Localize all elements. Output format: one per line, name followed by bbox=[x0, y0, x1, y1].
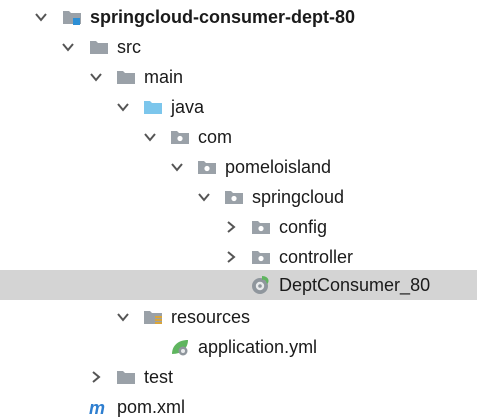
tree-node-label: springcloud-consumer-dept-80 bbox=[90, 7, 356, 27]
tree-node-label: src bbox=[117, 37, 141, 57]
tree-node-pomeloisland[interactable]: pomeloisland bbox=[0, 152, 477, 182]
tree-node-label: config bbox=[279, 217, 328, 237]
chevron-down-icon[interactable] bbox=[89, 70, 103, 84]
tree-node-label: application.yml bbox=[198, 337, 318, 357]
package-icon bbox=[252, 221, 270, 234]
package-icon bbox=[252, 251, 270, 264]
chevron-right-icon[interactable] bbox=[224, 220, 238, 234]
chevron-down-icon[interactable] bbox=[197, 190, 211, 204]
svg-text:m: m bbox=[89, 398, 105, 417]
folder-icon bbox=[117, 371, 135, 384]
tree-node-label: springcloud bbox=[252, 187, 345, 207]
chevron-down-icon[interactable] bbox=[61, 40, 75, 54]
tree-node-label: controller bbox=[279, 247, 354, 267]
module-folder-icon bbox=[63, 11, 81, 25]
tree-node-label: DeptConsumer_80 bbox=[279, 275, 431, 295]
tree-node-springcloud[interactable]: springcloud bbox=[0, 182, 477, 212]
chevron-down-icon[interactable] bbox=[116, 310, 130, 324]
spring-config-file-icon bbox=[172, 340, 188, 356]
tree-node-config[interactable]: config bbox=[0, 212, 477, 242]
project-tree: springcloud-consumer-dept-80 src main ja… bbox=[0, 0, 477, 417]
tree-node-test[interactable]: test bbox=[0, 362, 477, 392]
chevron-down-icon[interactable] bbox=[116, 100, 130, 114]
tree-node-application-yml[interactable]: application.yml bbox=[0, 332, 477, 362]
source-root-folder-icon bbox=[144, 101, 162, 114]
chevron-right-icon[interactable] bbox=[224, 250, 238, 264]
tree-node-dept-consumer[interactable]: DeptConsumer_80 bbox=[0, 270, 477, 300]
tree-node-label: com bbox=[198, 127, 233, 147]
folder-icon bbox=[90, 41, 108, 54]
tree-node-label: test bbox=[144, 367, 174, 387]
tree-node-label: pom.xml bbox=[117, 397, 186, 417]
tree-node-controller[interactable]: controller bbox=[0, 242, 477, 272]
package-icon bbox=[198, 161, 216, 174]
resources-folder-icon bbox=[144, 311, 162, 324]
chevron-down-icon[interactable] bbox=[34, 10, 48, 24]
spring-boot-class-icon bbox=[252, 276, 269, 294]
package-icon bbox=[225, 191, 243, 204]
tree-node-label: main bbox=[144, 67, 184, 87]
folder-icon bbox=[117, 71, 135, 84]
tree-node-src[interactable]: src bbox=[0, 32, 477, 62]
tree-node-resources[interactable]: resources bbox=[0, 302, 477, 332]
chevron-right-icon[interactable] bbox=[89, 370, 103, 384]
chevron-down-icon[interactable] bbox=[143, 130, 157, 144]
tree-node-label: pomeloisland bbox=[225, 157, 332, 177]
package-icon bbox=[171, 131, 189, 144]
tree-node-pom[interactable]: m pom.xml bbox=[0, 392, 477, 417]
maven-icon: m bbox=[89, 398, 105, 417]
tree-node-main[interactable]: main bbox=[0, 62, 477, 92]
tree-node-label: java bbox=[171, 97, 205, 117]
tree-node-root[interactable]: springcloud-consumer-dept-80 bbox=[0, 2, 477, 32]
tree-node-java[interactable]: java bbox=[0, 92, 477, 122]
tree-node-com[interactable]: com bbox=[0, 122, 477, 152]
tree-node-label: resources bbox=[171, 307, 251, 327]
chevron-down-icon[interactable] bbox=[170, 160, 184, 174]
